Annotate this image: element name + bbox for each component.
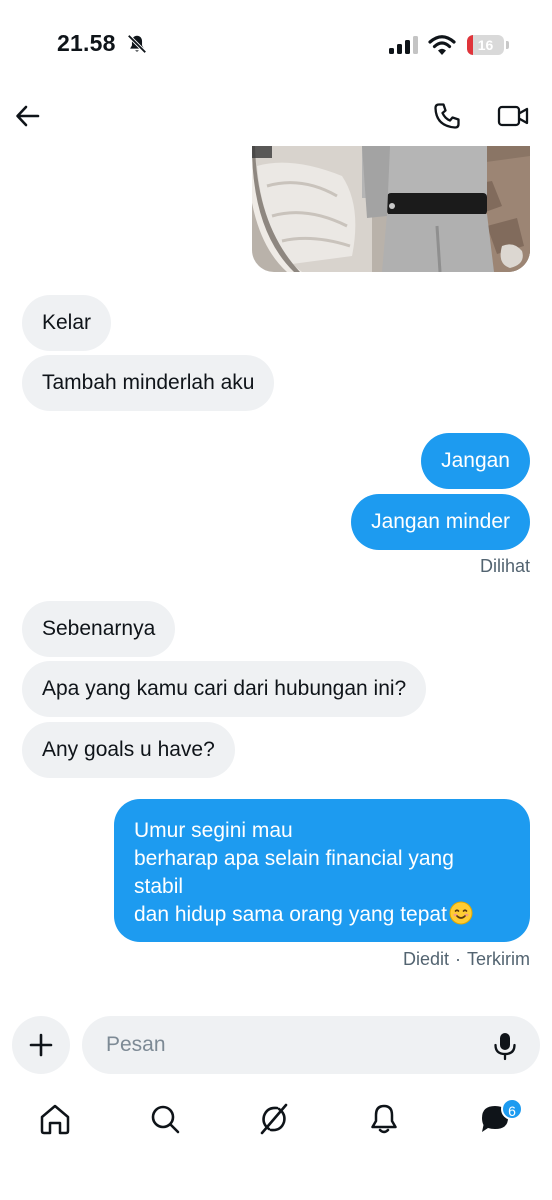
messages-badge: 6 [501, 1098, 523, 1120]
bell-off-icon [127, 34, 147, 54]
smiling-face-icon [449, 901, 473, 925]
grok-icon[interactable] [257, 1102, 291, 1136]
add-attachment-button[interactable] [12, 1016, 70, 1074]
status-time: 21.58 [57, 30, 116, 56]
phone-icon[interactable] [432, 101, 462, 131]
message-photo [252, 146, 530, 272]
plus-icon [29, 1033, 53, 1057]
microphone-icon[interactable] [492, 1031, 518, 1061]
home-icon[interactable] [38, 1102, 72, 1136]
message-line: Umur segini mau [134, 819, 293, 842]
notifications-bell-icon[interactable] [367, 1102, 401, 1136]
search-icon[interactable] [148, 1102, 182, 1136]
outgoing-message[interactable]: Jangan minder [351, 494, 530, 550]
message-input[interactable] [106, 1016, 476, 1074]
battery-level: 16 [477, 37, 494, 53]
sent-label: Terkirim [467, 949, 530, 969]
status-bar: 21.58 16 [0, 0, 552, 90]
outgoing-message-long[interactable]: Umur segini mau berharap apa selain fina… [114, 799, 530, 942]
message-composer[interactable] [82, 1016, 540, 1074]
message-line: berharap apa selain financial yang [134, 847, 454, 870]
incoming-message[interactable]: Tambah minderlah aku [22, 355, 275, 411]
incoming-message[interactable]: Any goals u have? [22, 722, 235, 778]
battery-icon: 16 [467, 35, 509, 55]
conversation-header [0, 90, 552, 146]
video-camera-icon[interactable] [497, 101, 529, 131]
battery-body: 16 [467, 35, 504, 55]
message-line-last: dan hidup sama orang yang tepat [134, 901, 510, 929]
signal-icon [389, 36, 418, 54]
back-arrow-icon[interactable] [14, 102, 42, 130]
wifi-icon [428, 35, 456, 55]
message-line: stabil [134, 875, 184, 898]
battery-tip [506, 41, 509, 49]
edited-label: Diedit [402, 949, 449, 969]
outgoing-message[interactable]: Jangan [421, 433, 530, 489]
incoming-message[interactable]: Sebenarnya [22, 601, 176, 657]
message-line-text: dan hidup sama orang yang tepat [134, 903, 447, 926]
image-message[interactable] [252, 146, 530, 272]
bottom-navigation: 6 [0, 1090, 552, 1150]
incoming-message[interactable]: Apa yang kamu cari dari hubungan ini? [22, 661, 427, 717]
seen-status: Dilihat [479, 556, 530, 576]
incoming-message[interactable]: Kelar [22, 295, 112, 351]
message-status: Diedit · Terkirim [403, 949, 530, 970]
meta-separator: · [455, 949, 461, 969]
